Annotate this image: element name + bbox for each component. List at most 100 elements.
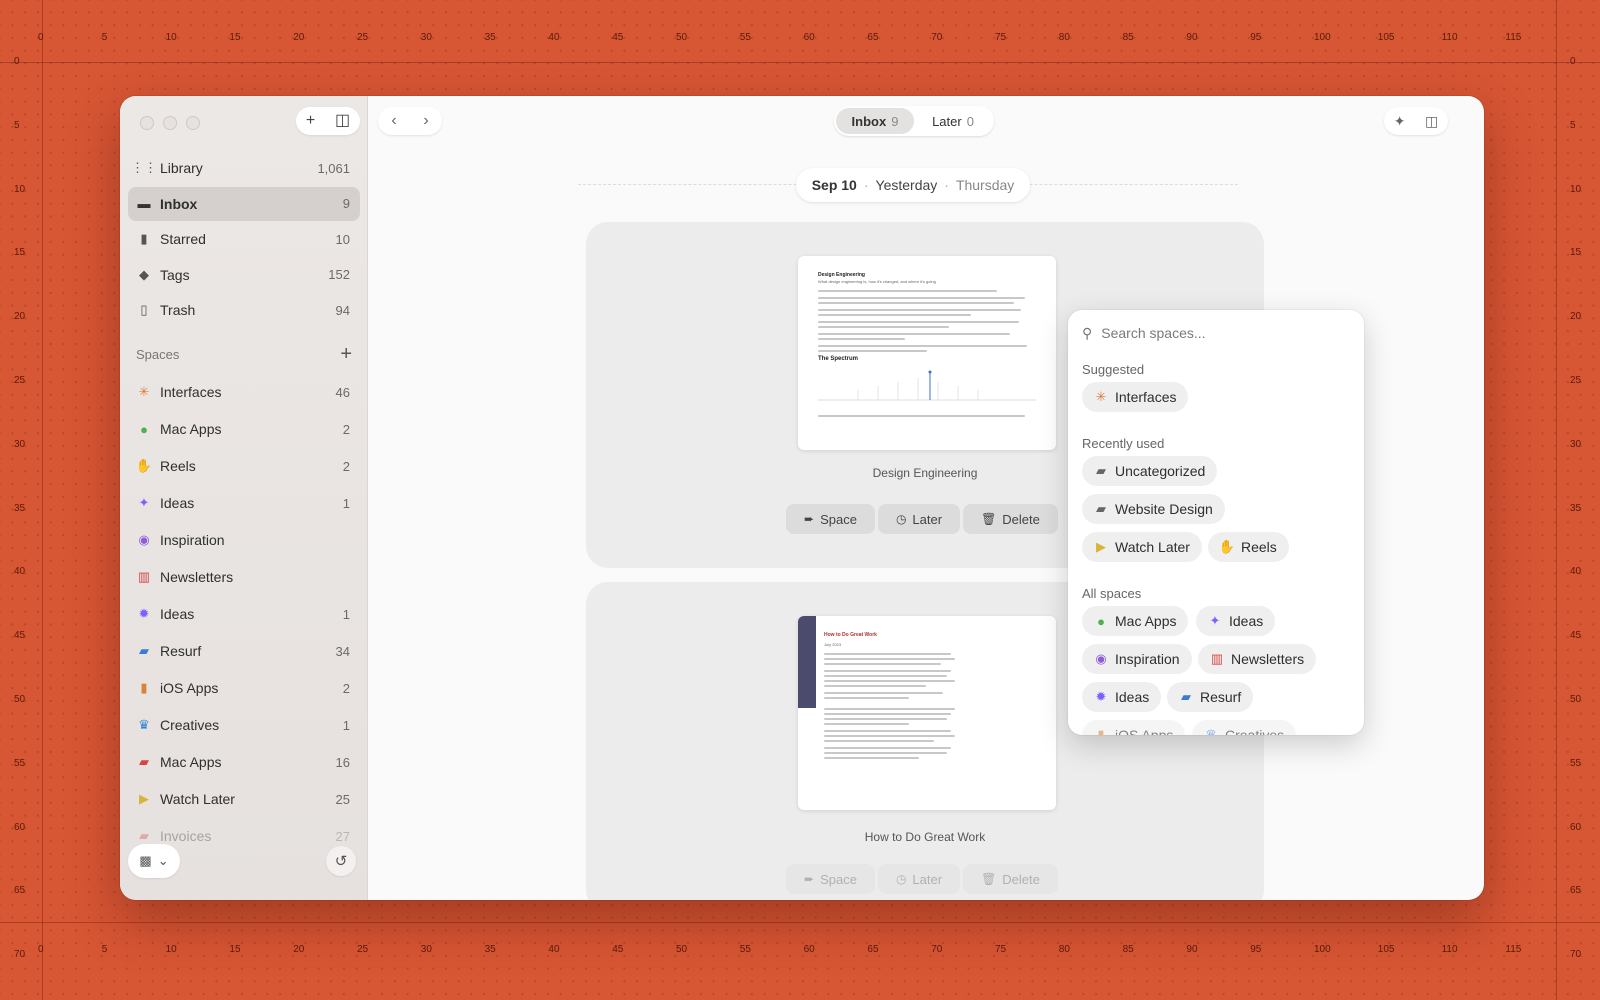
delete-button[interactable]: 🗑 Delete [963,864,1058,894]
ruler-tick-label: 5 [14,119,20,131]
space-chip-website-design[interactable]: ▰ Website Design [1082,494,1225,524]
sidebar-item-count: 46 [335,384,350,400]
sidebar-item-ios-apps[interactable]: ▮ iOS Apps 2 [128,671,360,705]
space-chip-interfaces[interactable]: ✳ Interfaces [1082,382,1189,412]
lightbulb-icon: ✹ [1095,689,1107,704]
relative-date: Yesterday [875,177,938,193]
space-chip-label: Ideas [1115,689,1150,705]
ruler-tick-label: 90 [1186,32,1198,43]
sidebar-toggle-icon[interactable]: ◫ [335,113,350,129]
space-chip-resurf[interactable]: ▰ Resurf [1167,682,1254,712]
ruler-tick-label: 60 [803,944,815,955]
space-chip-label: Website Design [1115,501,1213,517]
ruler-tick-label: 15 [14,247,26,259]
sidebar-item-creatives[interactable]: ♛ Creatives 1 [128,708,360,742]
minimize-window-button[interactable] [163,116,177,130]
add-icon[interactable]: + [306,113,315,129]
sidebar-item-library[interactable]: ⋮⋮ Library 1,061 [128,151,360,185]
sidebar-item-trash[interactable]: ▯ Trash 94 [128,293,360,327]
ruler-tick-label: 50 [676,944,688,955]
chevron-down-icon: ⌄ [157,853,169,868]
ruler-tick-label: 70 [931,944,943,955]
space-chip-label: Ideas [1229,613,1264,629]
ruler-tick-label: 45 [1570,630,1582,642]
space-chip-label: Creatives [1225,727,1285,735]
back-icon[interactable]: ‹ [391,112,396,130]
ruler-tick-label: 80 [1058,944,1070,955]
space-button[interactable]: ➨ Space [786,504,875,534]
sparkle-ai-icon[interactable]: ✦ [1394,113,1406,130]
space-chip-ios-apps[interactable]: ▮ iOS Apps [1082,720,1186,735]
later-button[interactable]: ◷ Later [877,864,961,894]
tab-later[interactable]: Later 0 [914,108,992,134]
ruler-tick-label: 20 [293,32,305,43]
space-chip-inspiration[interactable]: ◉ Inspiration [1082,644,1192,674]
sidebar-item-ideas[interactable]: ✹ Ideas 1 [128,597,360,631]
ruler-tick-label: 15 [229,944,241,955]
sidebar-item-inbox[interactable]: ▬ Inbox 9 [128,186,360,221]
ruler-tick-label: 45 [612,32,624,43]
later-button-label: Later [912,511,943,527]
add-space-icon[interactable]: + [340,344,352,364]
close-window-button[interactable] [140,116,154,130]
sidebar-item-ideas[interactable]: ✦ Ideas 1 [128,486,360,520]
doc-subtitle: July 2023 [824,642,842,647]
item-thumbnail[interactable]: Design Engineering What design engineeri… [798,256,1056,450]
sidebar-item-mac-apps[interactable]: ▰ Mac Apps 16 [128,745,360,779]
forward-icon[interactable]: › [423,112,428,130]
sidebar-item-reels[interactable]: ✋ Reels 2 [128,449,360,483]
left-ruler: 0 5 10 15 20 25 30 35 40 45 50 55 60 65 70 [0,0,40,1000]
window-controls [140,116,200,130]
inspector-toggle-icon[interactable]: ◫ [1425,113,1438,130]
inbox-tray-icon: ▩ [139,853,152,868]
later-button[interactable]: ◷ Later [877,504,961,534]
sidebar-item-interfaces[interactable]: ✳ Interfaces 46 [128,375,360,409]
trash-icon: ▯ [140,302,148,317]
ruler-tick-label: 30 [420,944,432,955]
sidebar-item-inspiration[interactable]: ◉ Inspiration [128,523,360,557]
space-chip-ideas[interactable]: ✹ Ideas [1082,682,1162,712]
space-chip-mac-apps[interactable]: ● Mac Apps [1082,606,1189,636]
arrow-circle-icon: ➨ [804,512,815,526]
separator-dot: · [863,177,869,193]
history-button[interactable]: ↺ [326,846,356,876]
sidebar-item-label: Reels [160,458,196,474]
date-header: Sep 10 · Yesterday · Thursday [796,168,1030,202]
sidebar-item-label: Library [160,160,203,176]
ruler-tick-label: 95 [1250,944,1262,955]
tab-inbox[interactable]: Inbox 9 [836,108,914,134]
space-chip-newsletters[interactable]: ▥ Newsletters [1198,644,1317,674]
space-chip-ideas[interactable]: ✦ Ideas [1196,606,1276,636]
sidebar-item-label: Ideas [160,495,195,511]
delete-button[interactable]: 🗑 Delete [963,504,1058,534]
space-button[interactable]: ➨ Space [786,864,875,894]
space-chip-watch-later[interactable]: ▶ Watch Later [1082,532,1202,562]
item-thumbnail[interactable]: How to Do Great Work July 2023 [798,616,1056,810]
inbox-picker-button[interactable]: ▩ ⌄ [128,844,180,878]
search-spaces-input[interactable] [1101,325,1332,341]
lightbulb-icon: ✹ [138,606,150,621]
space-button-label: Space [820,511,857,527]
ruler-tick-label: 15 [229,32,241,43]
space-chip-reels[interactable]: ✋ Reels [1208,532,1289,562]
sidebar-item-starred[interactable]: ▮ Starred 10 [128,222,360,256]
sidebar-item-watch-later[interactable]: ▶ Watch Later 25 [128,782,360,816]
space-chip-uncategorized[interactable]: ▰ Uncategorized [1082,456,1218,486]
sidebar-item-tags[interactable]: ◆ Tags 152 [128,258,360,292]
asterisk-icon: ✳ [138,384,150,399]
sidebar-item-newsletters[interactable]: ▥ Newsletters [128,560,360,594]
ruler-tick-label: 65 [867,32,879,43]
inbox-later-segmented-control: Inbox 9 Later 0 [834,106,994,136]
inbox-icon: ▬ [137,196,151,211]
zoom-window-button[interactable] [186,116,200,130]
space-chip-label: Interfaces [1115,389,1177,405]
right-ruler: 0 5 10 15 20 25 30 35 40 45 50 55 60 65 70 [1556,0,1596,1000]
ruler-tick-label: 5 [101,944,108,955]
ruler-tick-label: 60 [14,821,26,833]
trash-icon: 🗑 [981,872,997,886]
space-chip-creatives[interactable]: ♛ Creatives [1192,720,1297,735]
sidebar-item-resurf[interactable]: ▰ Resurf 34 [128,634,360,668]
sidebar-item-label: Interfaces [160,384,222,400]
sidebar-item-mac-apps[interactable]: ● Mac Apps 2 [128,412,360,446]
ruler-tick-label: 85 [1122,944,1134,955]
